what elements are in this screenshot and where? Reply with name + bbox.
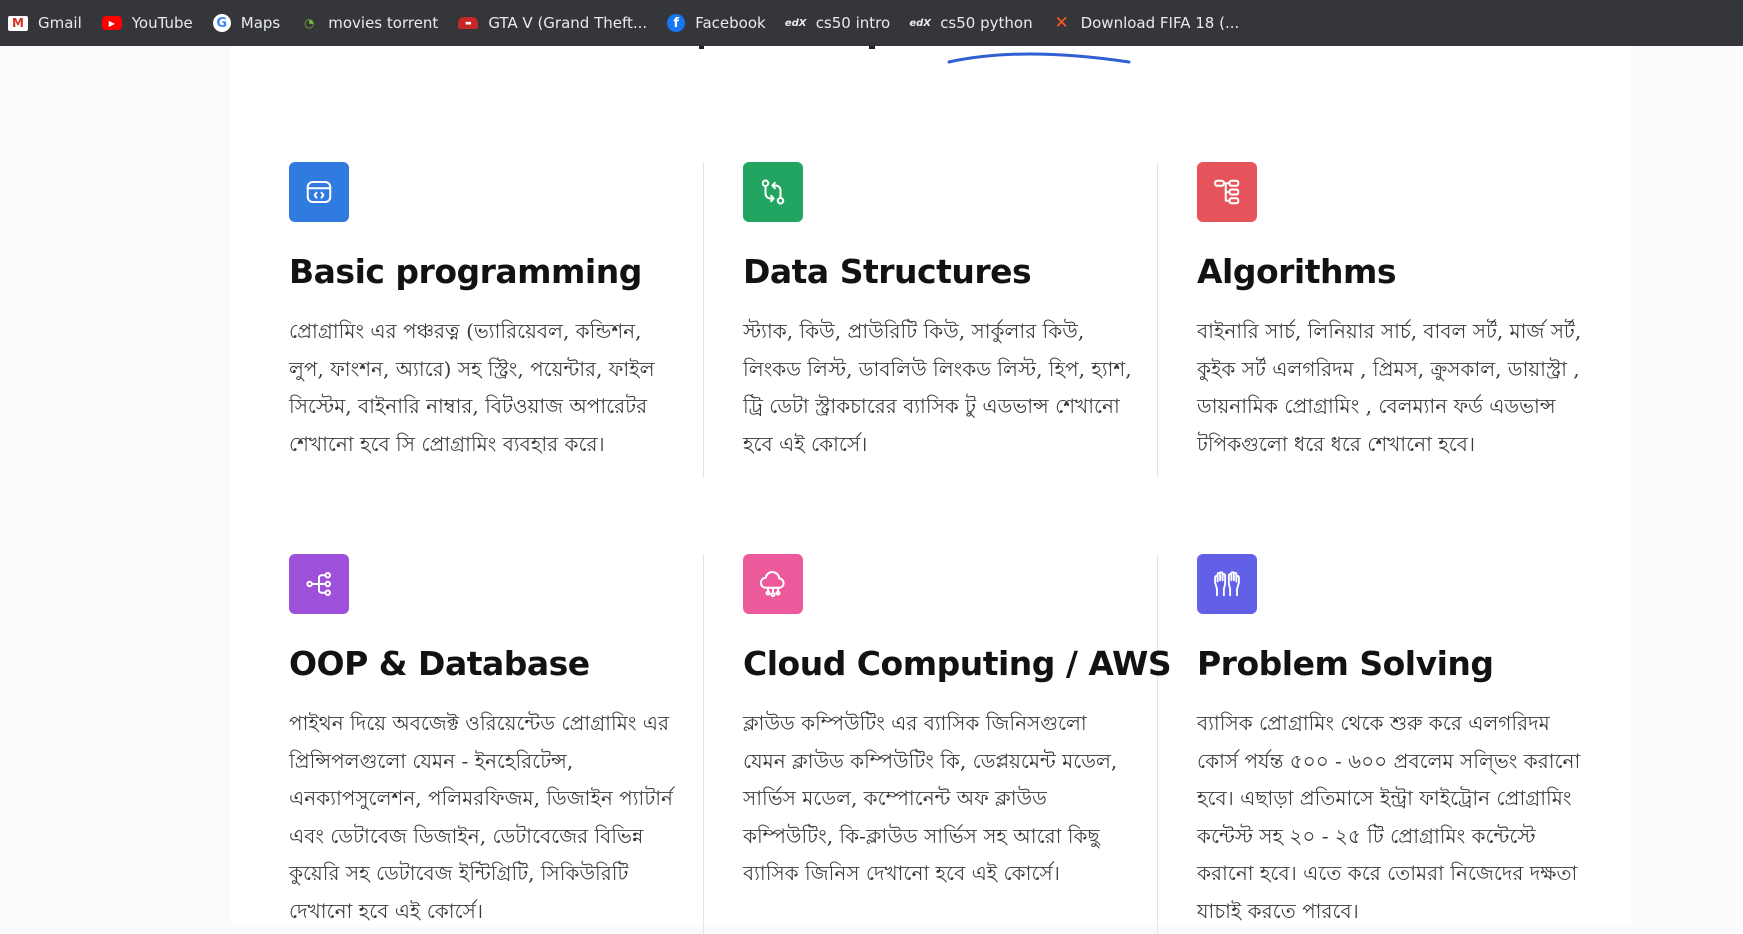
torrent-icon: ◔ xyxy=(304,16,315,30)
google-icon: G xyxy=(212,14,231,32)
fifa-x-icon: ✕ xyxy=(1054,13,1069,33)
main-content: Basic programming প্রোগ্রামিং এর পঞ্চরত্… xyxy=(231,46,1631,934)
cloud-network-icon xyxy=(759,571,785,598)
course-card-problem-solving: Problem Solving ব্যাসিক প্রোগ্রামিং থেকে… xyxy=(1197,554,1617,930)
bookmark-youtube[interactable]: ▶ YouTube xyxy=(94,0,205,46)
card-title: Cloud Computing / AWS xyxy=(743,644,1172,683)
course-card-data-structures: Data Structures স্ট্যাক, কিউ, প্রাউরিটি … xyxy=(743,162,1163,463)
bookmark-gmail[interactable]: M Gmail xyxy=(0,0,94,46)
card-title: Problem Solving xyxy=(1197,644,1494,683)
bookmark-cs50-python[interactable]: edX cs50 python xyxy=(902,0,1044,46)
card-description: পাইথন দিয়ে অবজেক্ট ওরিয়েন্টেড প্রোগ্রা… xyxy=(289,711,673,923)
hands-raised-icon xyxy=(1214,571,1240,597)
bookmark-facebook[interactable]: f Facebook xyxy=(659,0,777,46)
bookmark-label: YouTube xyxy=(131,14,193,32)
course-card-basic-programming: Basic programming প্রোগ্রামিং এর পঞ্চরত্… xyxy=(289,162,709,463)
git-compare-icon xyxy=(761,179,785,205)
card-description: ক্লাউড কম্পিউটিং এর ব্যাসিক জিনিসগুলো যে… xyxy=(743,711,1118,885)
youtube-icon: ▶ xyxy=(101,16,122,30)
hierarchy-icon xyxy=(1214,179,1240,205)
card-icon-box xyxy=(289,554,349,614)
gmail-icon: M xyxy=(8,15,28,31)
bookmarks-bar: M Gmail ▶ YouTube G Maps ◔ movies torrent ▬ G… xyxy=(0,0,1743,46)
card-icon-box xyxy=(1197,162,1257,222)
card-title: Basic programming xyxy=(289,252,642,291)
bookmark-movies-torrent[interactable]: ◔ movies torrent xyxy=(292,0,450,46)
card-icon-box xyxy=(743,162,803,222)
bookmark-label: Maps xyxy=(240,14,281,32)
card-description: বাইনারি সার্চ, লিনিয়ার সার্চ, বাবল সর্ট… xyxy=(1197,319,1582,456)
card-title: OOP & Database xyxy=(289,644,590,683)
bookmark-maps[interactable]: G Maps xyxy=(205,0,292,46)
bookmark-fifa[interactable]: ✕ Download FIFA 18 (... xyxy=(1045,0,1252,46)
card-icon-box xyxy=(743,554,803,614)
card-title: Algorithms xyxy=(1197,252,1397,291)
bookmark-gta[interactable]: ▬ GTA V (Grand Theft... xyxy=(450,0,659,46)
edx-icon: edX xyxy=(784,17,807,29)
facebook-icon: f xyxy=(667,14,686,32)
course-card-cloud-computing: Cloud Computing / AWS ক্লাউড কম্পিউটিং এ… xyxy=(743,554,1172,893)
card-description: প্রোগ্রামিং এর পঞ্চরত্ন (ভ্যারিয়েবল, কন… xyxy=(289,319,655,456)
card-icon-box xyxy=(289,162,349,222)
bookmark-label: Gmail xyxy=(38,14,82,32)
gta-car-icon: ▬ xyxy=(458,17,479,29)
bookmark-label: cs50 intro xyxy=(815,14,891,32)
card-icon-box xyxy=(1197,554,1257,614)
card-description: স্ট্যাক, কিউ, প্রাউরিটি কিউ, সার্কুলার ক… xyxy=(743,319,1132,456)
card-description: ব্যাসিক প্রোগ্রামিং থেকে শুরু করে এলগরিদ… xyxy=(1197,711,1581,923)
heading-underline-decoration xyxy=(699,46,1131,64)
bookmark-label: GTA V (Grand Theft... xyxy=(488,14,648,32)
course-card-oop-database: OOP & Database পাইথন দিয়ে অবজেক্ট ওরিয়… xyxy=(289,554,709,930)
course-card-algorithms: Algorithms বাইনারি সার্চ, লিনিয়ার সার্চ… xyxy=(1197,162,1617,463)
edx-icon: edX xyxy=(909,17,932,29)
bookmark-label: Download FIFA 18 (... xyxy=(1080,14,1240,32)
share-nodes-icon xyxy=(306,572,332,597)
bookmark-label: movies torrent xyxy=(328,14,439,32)
bookmark-cs50-intro[interactable]: edX cs50 intro xyxy=(778,0,903,46)
bookmark-label: Facebook xyxy=(695,14,766,32)
bookmark-label: cs50 python xyxy=(940,14,1033,32)
card-title: Data Structures xyxy=(743,252,1032,291)
code-browser-icon xyxy=(306,181,332,203)
